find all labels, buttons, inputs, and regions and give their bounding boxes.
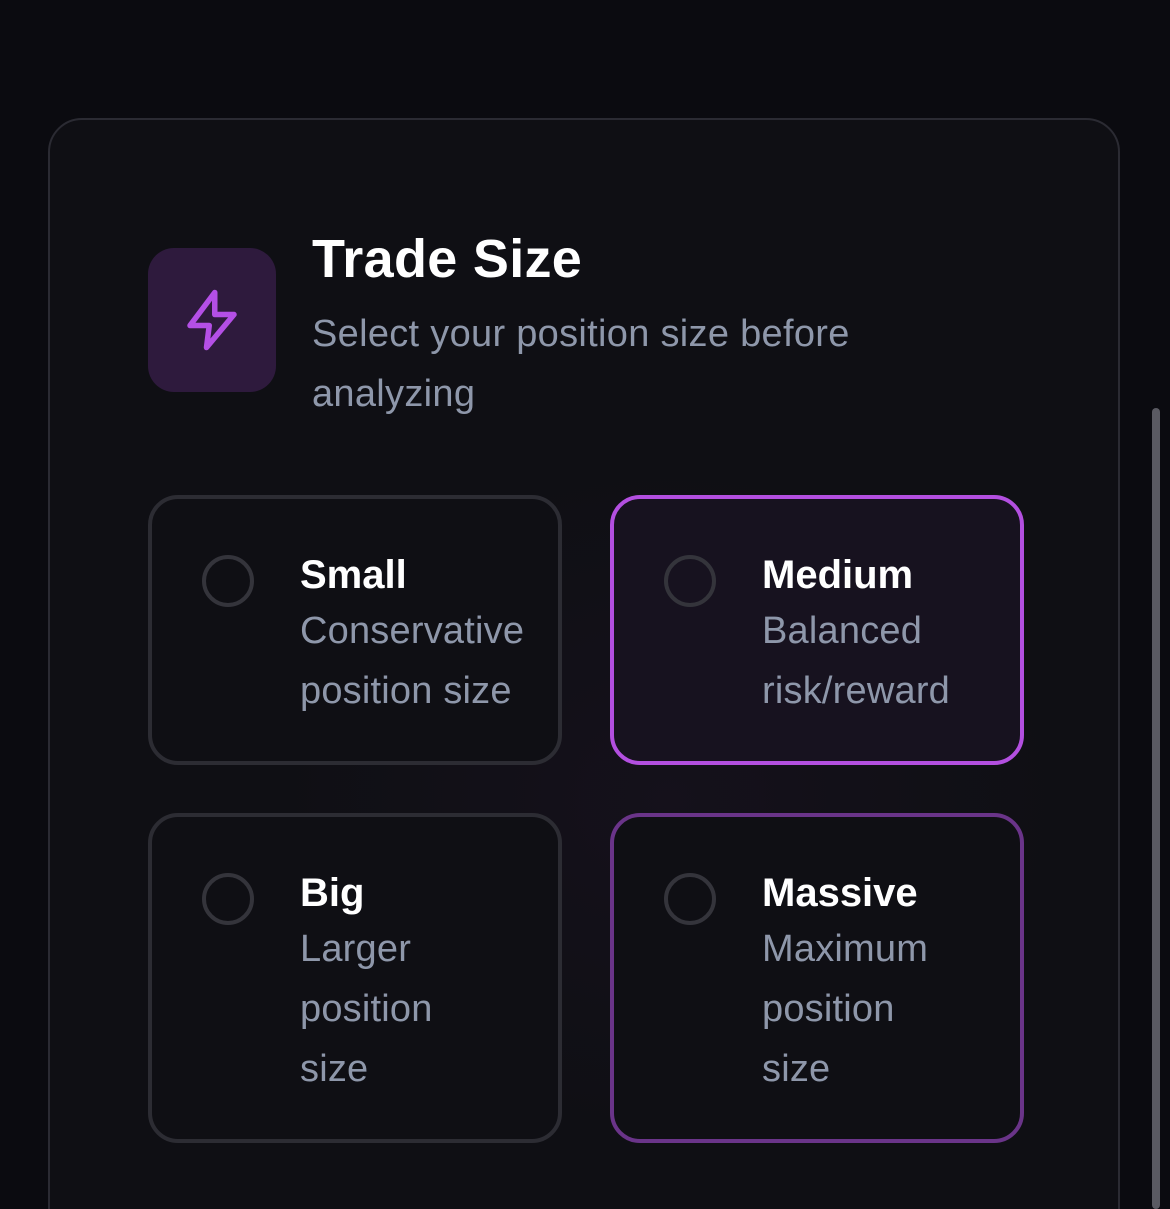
option-big-label: Big [300,871,365,915]
radio-small[interactable] [202,555,254,607]
option-big[interactable]: Big Larger position size [148,813,562,1143]
option-big-description: Larger position size [300,928,433,1090]
option-massive[interactable]: Massive Maximum position size [610,813,1024,1143]
lightning-bolt-icon [187,289,237,351]
option-medium-description: Balanced risk/reward [762,610,951,712]
card-subtitle: Select your position size before analyzi… [312,313,850,415]
scrollbar-thumb[interactable] [1152,408,1160,1209]
option-small-label: Small [300,553,407,597]
card-title: Trade Size [312,229,583,289]
page: Trade Size Select your position size bef… [0,0,1170,1209]
option-small-description: Conservative position size [300,610,525,712]
radio-big[interactable] [202,873,254,925]
radio-medium[interactable] [664,555,716,607]
option-medium[interactable]: Medium Balanced risk/reward [610,495,1024,765]
option-massive-description: Maximum position size [762,928,929,1090]
option-medium-label: Medium [762,553,914,597]
option-small[interactable]: Small Conservative position size [148,495,562,765]
trade-size-card: Trade Size Select your position size bef… [48,118,1120,1209]
radio-massive[interactable] [664,873,716,925]
header-icon-container [148,248,276,392]
option-massive-label: Massive [762,871,918,915]
